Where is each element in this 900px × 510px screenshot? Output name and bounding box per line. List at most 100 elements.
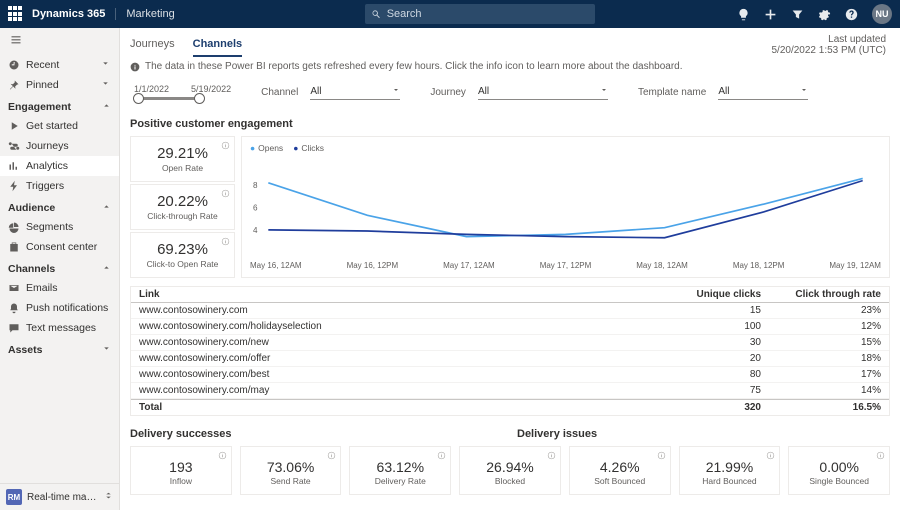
metric-ctr: 20.22%Click-through Rate [130, 184, 235, 230]
metric-inflow: 193Inflow [130, 446, 232, 495]
metric-single-bounce: 0.00%Single Bounced [788, 446, 890, 495]
metric-blocked: 26.94%Blocked [459, 446, 561, 495]
info-icon[interactable] [218, 451, 227, 463]
sidebar-item-text[interactable]: Text messages [0, 318, 119, 338]
sidebar-item-recent[interactable]: Recent [0, 55, 119, 75]
metric-open-rate: 29.21%Open Rate [130, 136, 235, 182]
lightbulb-icon[interactable] [737, 8, 750, 21]
filter-bar: 1/1/20225/19/2022 Channel All Journey Al… [130, 80, 890, 112]
svg-text:6: 6 [253, 204, 258, 213]
table-row[interactable]: www.contosowinery.com/best8017% [131, 367, 889, 383]
metric-delivery-rate: 63.12%Delivery Rate [349, 446, 451, 495]
metric-hard-bounce: 21.99%Hard Bounced [679, 446, 781, 495]
table-row[interactable]: www.contosowinery.com/may7514% [131, 383, 889, 399]
pin-icon [8, 79, 20, 91]
global-topbar: Dynamics 365 Marketing Search NU [0, 0, 900, 28]
bell-icon [8, 302, 20, 314]
sidebar-group-audience[interactable]: Audience [0, 196, 119, 217]
chevron-down-icon [102, 344, 111, 356]
sidebar-group-channels[interactable]: Channels [0, 257, 119, 278]
filter-icon[interactable] [791, 8, 804, 21]
info-icon[interactable] [221, 189, 230, 201]
message-icon [8, 322, 20, 334]
table-row[interactable]: www.contosowinery.com/holidayselection10… [131, 319, 889, 335]
sidebar-item-pinned[interactable]: Pinned [0, 75, 119, 95]
sidebar-item-emails[interactable]: Emails [0, 278, 119, 298]
tab-channels[interactable]: Channels [193, 36, 243, 57]
filter-template: Template name All [638, 84, 808, 100]
global-search[interactable]: Search [365, 4, 595, 24]
table-row[interactable]: www.contosowinery.com1523% [131, 303, 889, 319]
channel-select[interactable]: All [310, 84, 400, 100]
svg-text:8: 8 [253, 181, 258, 190]
journey-select[interactable]: All [478, 84, 608, 100]
chart-x-axis: May 16, 12AMMay 16, 12PMMay 17, 12AMMay … [250, 261, 881, 270]
chevron-updown-icon [104, 491, 113, 503]
bolt-icon [8, 180, 20, 192]
module-label: Marketing [115, 8, 174, 20]
app-launcher-icon[interactable] [8, 6, 24, 22]
help-icon[interactable] [845, 8, 858, 21]
gear-icon[interactable] [818, 8, 831, 21]
sidebar: Recent Pinned Engagement Get started Jou… [0, 28, 120, 510]
info-icon[interactable] [547, 451, 556, 463]
info-icon[interactable] [221, 237, 230, 249]
chevron-down-icon [101, 79, 111, 91]
metric-soft-bounce: 4.26%Soft Bounced [569, 446, 671, 495]
info-bar: The data in these Power BI reports gets … [130, 57, 890, 80]
filter-journey: Journey All [430, 84, 608, 100]
segments-icon [8, 221, 20, 233]
chart-legend: OpensClicks [250, 143, 881, 153]
info-icon[interactable] [221, 141, 230, 153]
info-icon[interactable] [327, 451, 336, 463]
chart-icon [8, 160, 20, 172]
path-icon [8, 140, 20, 152]
chevron-up-icon [102, 101, 111, 113]
user-avatar[interactable]: NU [872, 4, 892, 24]
table-header: Link Unique clicks Click through rate [131, 287, 889, 303]
sidebar-group-engagement[interactable]: Engagement [0, 95, 119, 116]
line-chart-svg: 4 6 8 [250, 155, 881, 260]
engagement-chart: OpensClicks 4 6 8 May 16, 12AMMay 16, 12PM… [241, 136, 890, 278]
clock-icon [8, 59, 20, 71]
tab-journeys[interactable]: Journeys [130, 36, 175, 57]
mail-icon [8, 282, 20, 294]
info-icon[interactable] [437, 451, 446, 463]
metric-cto: 69.23%Click-to Open Rate [130, 232, 235, 278]
filter-channel: Channel All [261, 84, 400, 100]
metric-send-rate: 73.06%Send Rate [240, 446, 342, 495]
table-row[interactable]: www.contosowinery.com/new3015% [131, 335, 889, 351]
info-icon[interactable] [130, 62, 140, 72]
sidebar-item-consent[interactable]: Consent center [0, 237, 119, 257]
date-range-slider[interactable]: 1/1/20225/19/2022 [134, 84, 231, 100]
area-switcher[interactable]: RM Real-time marketi... [0, 483, 119, 510]
chevron-down-icon [101, 59, 111, 71]
svg-text:4: 4 [253, 226, 258, 235]
sidebar-item-push[interactable]: Push notifications [0, 298, 119, 318]
template-select[interactable]: All [718, 84, 808, 100]
brand-label: Dynamics 365 [32, 8, 105, 20]
info-icon[interactable] [876, 451, 885, 463]
section-engagement-title: Positive customer engagement [130, 118, 890, 130]
area-badge: RM [6, 489, 22, 505]
hamburger-icon[interactable] [0, 28, 119, 55]
chevron-down-icon [800, 86, 808, 94]
section-issues-title: Delivery issues [517, 428, 890, 440]
info-icon[interactable] [766, 451, 775, 463]
plus-icon[interactable] [764, 8, 777, 21]
sidebar-item-get-started[interactable]: Get started [0, 116, 119, 136]
chevron-up-icon [102, 202, 111, 214]
sidebar-group-assets[interactable]: Assets [0, 338, 119, 359]
sidebar-item-triggers[interactable]: Triggers [0, 176, 119, 196]
main-content: Last updated 5/20/2022 1:53 PM (UTC) Jou… [120, 28, 900, 510]
delivery-metrics: 193Inflow 73.06%Send Rate 63.12%Delivery… [130, 446, 890, 495]
sidebar-item-analytics[interactable]: Analytics [0, 156, 119, 176]
sidebar-item-segments[interactable]: Segments [0, 217, 119, 237]
table-total: Total 320 16.5% [131, 399, 889, 415]
chevron-up-icon [102, 263, 111, 275]
sidebar-item-journeys[interactable]: Journeys [0, 136, 119, 156]
info-icon[interactable] [657, 451, 666, 463]
last-updated: Last updated 5/20/2022 1:53 PM (UTC) [772, 34, 887, 56]
chevron-down-icon [600, 86, 608, 94]
table-row[interactable]: www.contosowinery.com/offer2018% [131, 351, 889, 367]
